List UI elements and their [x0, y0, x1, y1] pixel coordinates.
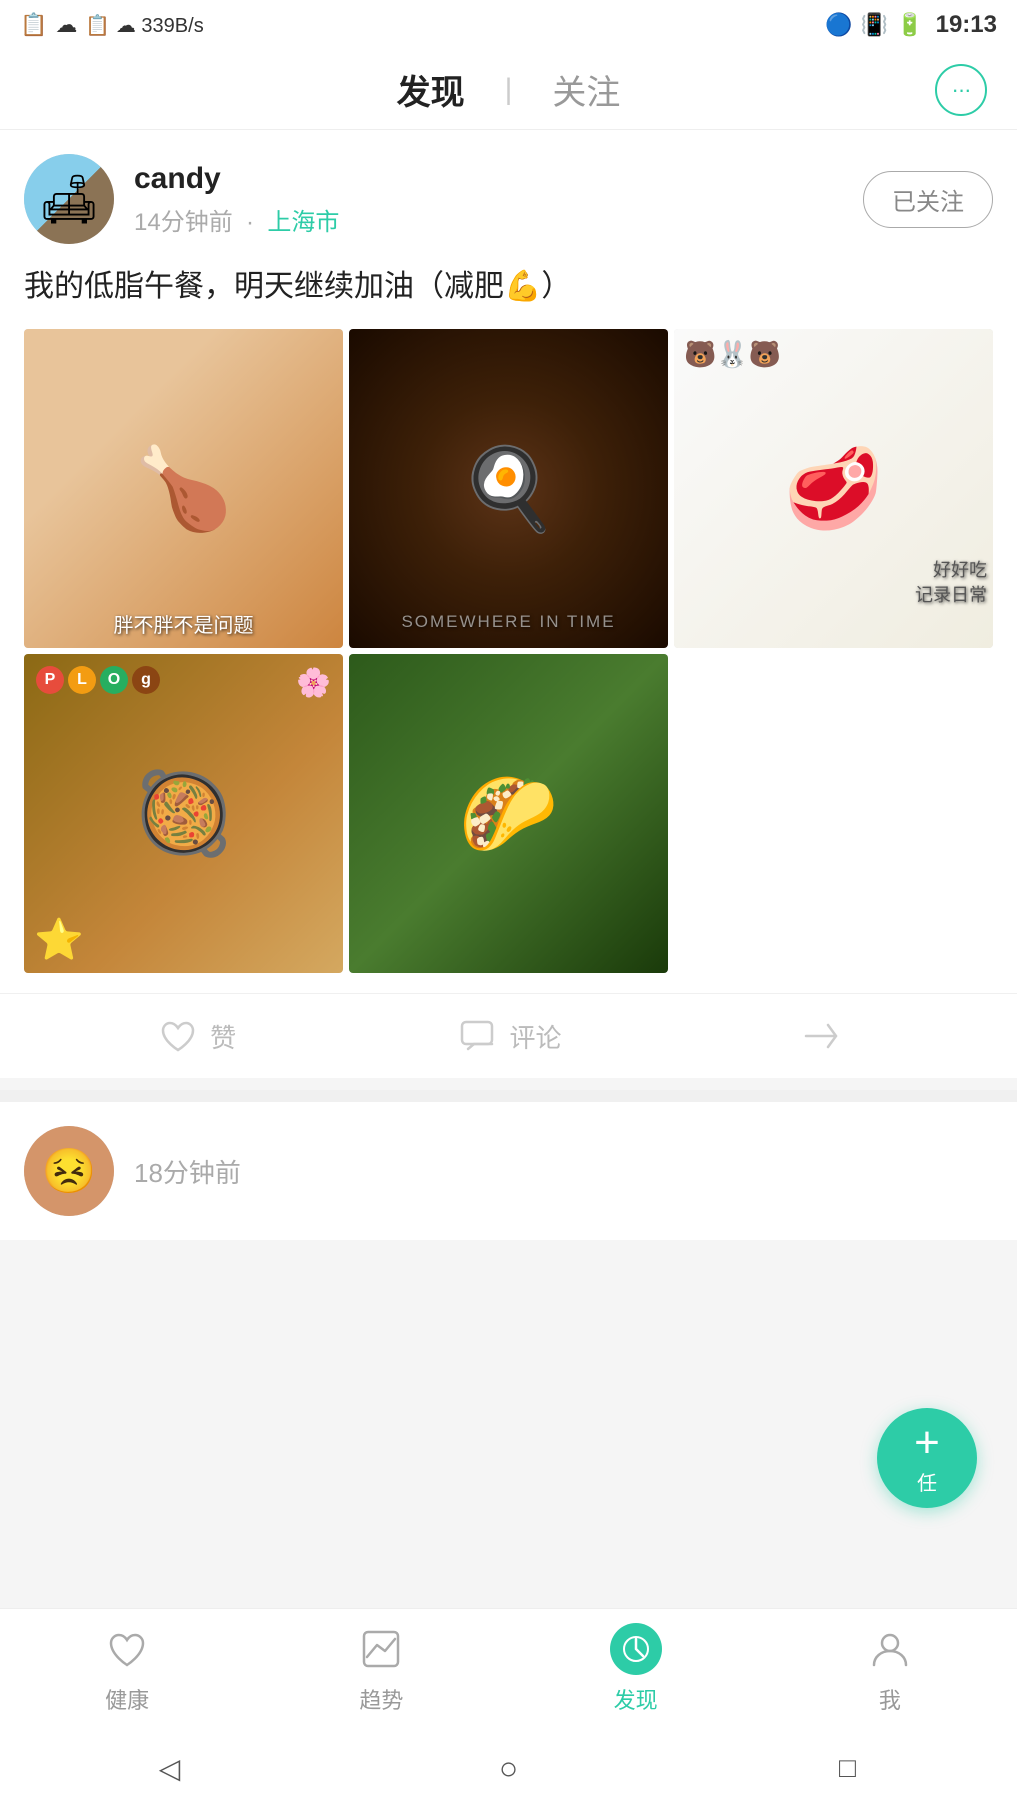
fab-button[interactable]: + 任: [877, 1408, 977, 1508]
plog-badge: P L O g: [36, 666, 160, 694]
health-icon: [101, 1623, 153, 1675]
user-meta: 14分钟前 · 上海市: [134, 202, 863, 237]
avatar-image: [24, 154, 114, 244]
status-bar: 📋 ☁ 📋 ☁ 339B/s 🔵 📳 🔋 19:13: [0, 0, 1017, 50]
wifi-icon: ☁: [55, 12, 77, 38]
like-action[interactable]: 赞: [40, 1014, 352, 1058]
food-emoji-3: 🥩: [784, 442, 884, 536]
fab-plus-icon: +: [914, 1421, 940, 1465]
star-icon: ⭐: [34, 916, 84, 963]
status-left: 📋 ☁ 📋 ☁ 339B/s: [20, 12, 204, 38]
avatar-2[interactable]: 😣: [24, 1126, 114, 1216]
post2-time: 18分钟前: [134, 1158, 241, 1188]
nav-item-discover[interactable]: 发现: [509, 1623, 763, 1715]
food-emoji-5: 🌮: [459, 767, 559, 861]
grid-empty-slot: [674, 654, 993, 973]
battery-icon: 🔋: [896, 12, 923, 38]
post2-info: 18分钟前: [134, 1153, 241, 1190]
system-navigation: ◁ ○ □: [0, 1728, 1017, 1808]
post-image-5[interactable]: 🌮: [349, 654, 668, 973]
chat-dots-icon: ···: [952, 77, 971, 103]
nav-label-trend: 趋势: [359, 1683, 403, 1715]
time-ago: 14分钟前: [134, 209, 233, 236]
post-card-1: candy 14分钟前 · 上海市 已关注 我的低脂午餐，明天继续加油（减肥💪）…: [0, 130, 1017, 1078]
flower-icon: 🌸: [296, 666, 331, 699]
recent-button[interactable]: □: [818, 1738, 878, 1798]
comment-label: 评论: [509, 1018, 561, 1055]
me-icon: [864, 1623, 916, 1675]
plog-p: P: [36, 666, 64, 694]
image-overlay-3: 好好吃记录日常: [915, 558, 987, 608]
avatar-image-2: 😣: [24, 1126, 114, 1216]
like-label: 赞: [210, 1018, 236, 1055]
image-overlay-1: 胖不胖不是问题: [24, 609, 343, 638]
fab-label: 任: [917, 1467, 937, 1496]
nav-label-discover: 发现: [614, 1683, 658, 1715]
tab-discover[interactable]: 发现: [357, 65, 505, 114]
plog-o: O: [100, 666, 128, 694]
chat-button[interactable]: ···: [935, 64, 987, 116]
food-emoji-1: 🍗: [134, 442, 234, 536]
content-area: candy 14分钟前 · 上海市 已关注 我的低脂午餐，明天继续加油（减肥💪）…: [0, 130, 1017, 1540]
image-grid-row1: 🍗 胖不胖不是问题 🍳 SOMEWHERE IN TIME: [24, 329, 993, 648]
nav-item-health[interactable]: 健康: [0, 1623, 254, 1715]
action-bar: 赞 评论: [0, 993, 1017, 1078]
share-icon: [799, 1014, 843, 1058]
post-card-2: 😣 18分钟前: [0, 1102, 1017, 1240]
food-emoji-2: 🍳: [459, 442, 559, 536]
user-info: candy 14分钟前 · 上海市: [134, 162, 863, 237]
post-image-1[interactable]: 🍗 胖不胖不是问题: [24, 329, 343, 648]
bear-icons: 🐻🐰🐻: [684, 339, 781, 370]
post-image-2[interactable]: 🍳 SOMEWHERE IN TIME: [349, 329, 668, 648]
comment-icon: [455, 1014, 499, 1058]
clock: 19:13: [936, 11, 997, 39]
post-text: 我的低脂午餐，明天继续加油（减肥💪）: [24, 264, 993, 309]
back-button[interactable]: ◁: [140, 1738, 200, 1798]
bottom-navigation: 健康 趋势 发现 我: [0, 1608, 1017, 1728]
food-emoji-4: 🥘: [134, 767, 234, 861]
discover-icon: [610, 1623, 662, 1675]
nav-label-me: 我: [879, 1683, 901, 1715]
status-right: 🔵 📳 🔋 19:13: [825, 11, 997, 39]
nav-item-me[interactable]: 我: [763, 1623, 1017, 1715]
heart-icon: [156, 1014, 200, 1058]
avatar[interactable]: [24, 154, 114, 244]
plog-g: g: [132, 666, 160, 694]
bluetooth-icon: 🔵: [825, 12, 852, 38]
user-name[interactable]: candy: [134, 162, 863, 196]
follow-button[interactable]: 已关注: [863, 171, 993, 228]
share-action[interactable]: [665, 1014, 977, 1058]
home-button[interactable]: ○: [479, 1738, 539, 1798]
plog-l: L: [68, 666, 96, 694]
section-divider: [0, 1090, 1017, 1102]
post-content: 我的低脂午餐，明天继续加油（减肥💪） 🍗 胖不胖不是问题: [0, 264, 1017, 993]
location[interactable]: 上海市: [267, 209, 339, 236]
post-header: candy 14分钟前 · 上海市 已关注: [0, 130, 1017, 264]
comment-action[interactable]: 评论: [352, 1014, 664, 1058]
post-image-3[interactable]: 🥩 🐻🐰🐻 好好吃记录日常: [674, 329, 993, 648]
nav-item-trend[interactable]: 趋势: [254, 1623, 508, 1715]
nav-divider: |: [505, 73, 513, 107]
top-navigation: 发现 | 关注 ···: [0, 50, 1017, 130]
notification-icon: 📋: [20, 12, 47, 38]
nav-label-health: 健康: [105, 1683, 149, 1715]
image-grid-row2: 🥘 P L O g 🌸 ⭐: [24, 654, 993, 973]
network-speed: 📋 ☁ 339B/s: [85, 13, 203, 38]
nav-tabs: 发现 | 关注: [357, 65, 661, 114]
image-overlay-2: SOMEWHERE IN TIME: [349, 612, 668, 632]
tab-follow[interactable]: 关注: [512, 65, 660, 114]
vibrate-icon: 📳: [861, 12, 888, 38]
post-image-4[interactable]: 🥘 P L O g 🌸 ⭐: [24, 654, 343, 973]
trend-icon: [355, 1623, 407, 1675]
